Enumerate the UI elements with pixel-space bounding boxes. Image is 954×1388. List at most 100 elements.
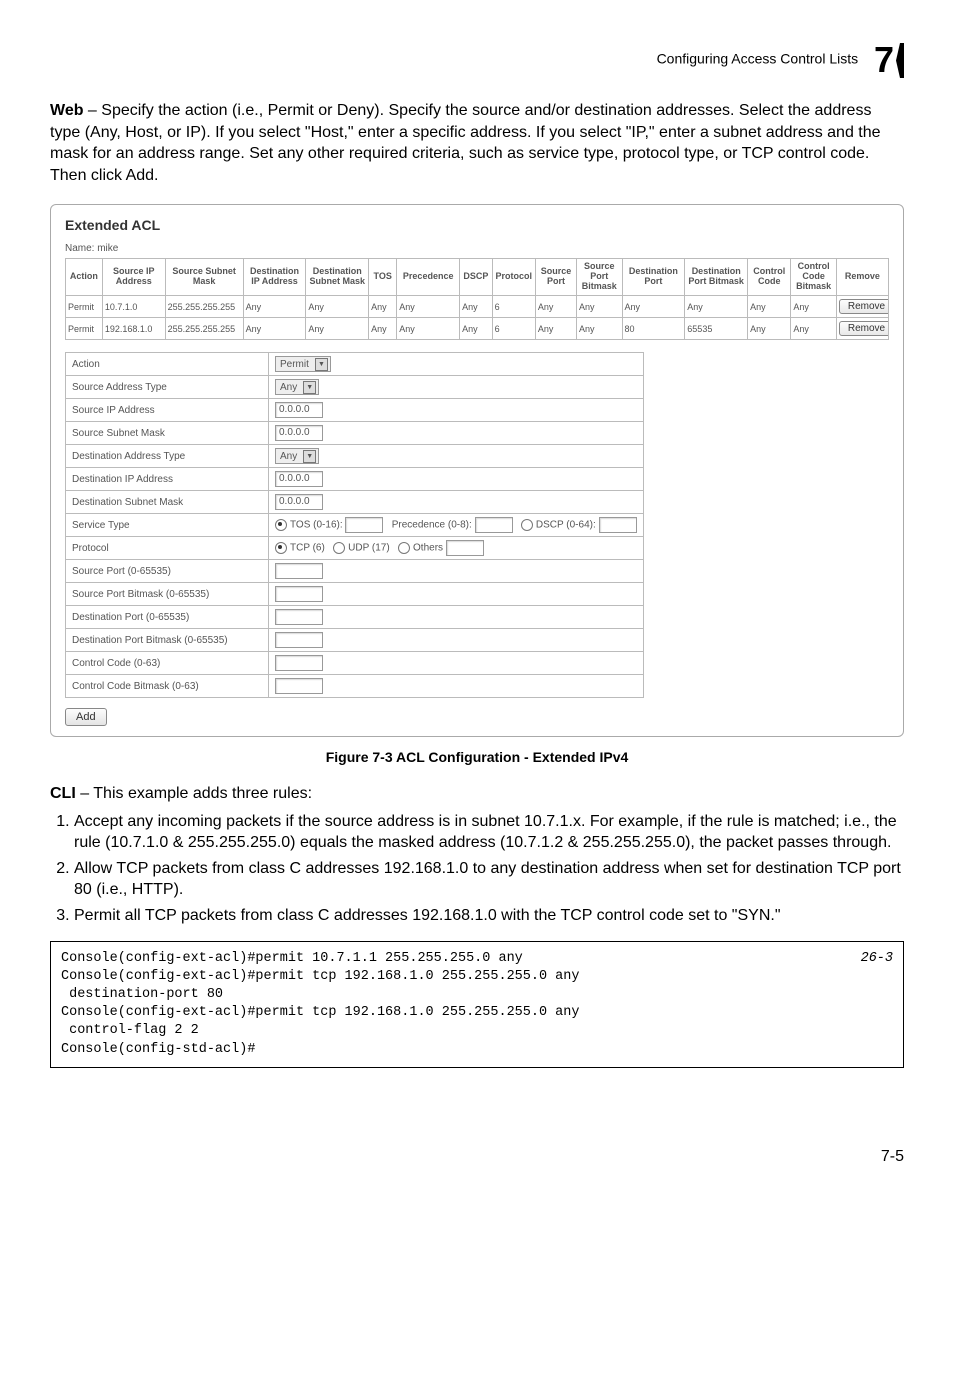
acl-title: Extended ACL xyxy=(65,217,889,233)
acl-name: Name: mike xyxy=(65,243,889,254)
dst-addr-type-label: Destination Address Type xyxy=(66,445,269,468)
col-action: Action xyxy=(66,259,103,296)
cell: Any xyxy=(243,296,306,318)
cell: Any xyxy=(622,296,685,318)
prec-input[interactable] xyxy=(475,517,513,533)
cli-steps: Accept any incoming packets if the sourc… xyxy=(50,811,904,927)
cell: 65535 xyxy=(685,318,748,340)
cell: Any xyxy=(791,318,836,340)
section-title: Configuring Access Control Lists xyxy=(657,51,859,67)
cell: Permit xyxy=(66,318,103,340)
ctrl-code-input[interactable] xyxy=(275,655,323,671)
dst-ip-input[interactable]: 0.0.0.0 xyxy=(275,471,323,487)
remove-button[interactable]: Remove xyxy=(839,321,889,336)
src-port-bm-cell xyxy=(269,583,644,606)
dscp-radio[interactable] xyxy=(521,519,533,531)
cell: Any xyxy=(535,296,576,318)
col-dport: Destination Port xyxy=(622,259,685,296)
cell: Any xyxy=(397,296,460,318)
cell: Any xyxy=(748,318,791,340)
col-src-ip: Source IP Address xyxy=(102,259,165,296)
udp-radio[interactable] xyxy=(333,542,345,554)
src-mask-input[interactable]: 0.0.0.0 xyxy=(275,425,323,441)
extended-acl-panel: Extended ACL Name: mike Action Source IP… xyxy=(50,204,904,737)
col-src-mask: Source Subnet Mask xyxy=(165,259,243,296)
tcp-radio[interactable] xyxy=(275,542,287,554)
cell: Any xyxy=(577,318,622,340)
cell: Any xyxy=(369,318,397,340)
dst-mask-input[interactable]: 0.0.0.0 xyxy=(275,494,323,510)
tos-input[interactable] xyxy=(345,517,383,533)
chevron-down-icon: ▼ xyxy=(303,450,316,463)
src-ip-input[interactable]: 0.0.0.0 xyxy=(275,402,323,418)
step-3: Permit all TCP packets from class C addr… xyxy=(74,905,904,927)
cli-label: CLI xyxy=(50,785,76,802)
dst-addr-type-cell: Any▼ xyxy=(269,445,644,468)
cell: 6 xyxy=(492,296,535,318)
tcp-label: TCP (6) xyxy=(290,543,325,554)
others-radio[interactable] xyxy=(398,542,410,554)
ctrl-code-cell xyxy=(269,652,644,675)
cli-desc: – This example adds three rules: xyxy=(76,785,312,802)
table-row: Permit 10.7.1.0 255.255.255.255 Any Any … xyxy=(66,296,889,318)
cell: Any xyxy=(748,296,791,318)
col-remove: Remove xyxy=(836,259,888,296)
dst-port-cell xyxy=(269,606,644,629)
src-port-bm-input[interactable] xyxy=(275,586,323,602)
cell: 80 xyxy=(622,318,685,340)
dst-port-input[interactable] xyxy=(275,609,323,625)
tos-radio[interactable] xyxy=(275,519,287,531)
dst-addr-type-select[interactable]: Any▼ xyxy=(275,448,319,464)
col-cc-bm: Control Code Bitmask xyxy=(791,259,836,296)
udp-label: UDP (17) xyxy=(348,543,390,554)
svg-text:7: 7 xyxy=(874,40,894,80)
others-input[interactable] xyxy=(446,540,484,556)
col-sport: Source Port xyxy=(535,259,576,296)
ctrl-code-bm-input[interactable] xyxy=(275,678,323,694)
code-block: 26-3 Console(config-ext-acl)#permit 10.7.… xyxy=(50,941,904,1068)
code-text: Console(config-ext-acl)#permit 10.7.1.1 … xyxy=(61,951,579,1057)
src-mask-label: Source Subnet Mask xyxy=(66,422,269,445)
figure-caption: Figure 7-3 ACL Configuration - Extended … xyxy=(50,749,904,765)
dscp-input[interactable] xyxy=(599,517,637,533)
cell: 255.255.255.255 xyxy=(165,296,243,318)
cell: 192.168.1.0 xyxy=(102,318,165,340)
col-tos: TOS xyxy=(369,259,397,296)
action-select[interactable]: Permit▼ xyxy=(275,356,331,372)
src-port-input[interactable] xyxy=(275,563,323,579)
cell: 10.7.1.0 xyxy=(102,296,165,318)
cell: Any xyxy=(535,318,576,340)
src-addr-type-cell: Any▼ xyxy=(269,376,644,399)
dst-ip-label: Destination IP Address xyxy=(66,468,269,491)
src-ip-label: Source IP Address xyxy=(66,399,269,422)
cell: Any xyxy=(460,296,492,318)
web-label: Web xyxy=(50,102,83,119)
chapter-number-icon: 7 xyxy=(870,40,904,80)
dst-mask-label: Destination Subnet Mask xyxy=(66,491,269,514)
col-cc: Control Code xyxy=(748,259,791,296)
dst-port-bm-input[interactable] xyxy=(275,632,323,648)
cell: Any xyxy=(577,296,622,318)
protocol-label: Protocol xyxy=(66,537,269,560)
action-cell: Permit▼ xyxy=(269,353,644,376)
page-number: 7-5 xyxy=(50,1148,904,1166)
col-dport-bm: Destination Port Bitmask xyxy=(685,259,748,296)
chevron-down-icon: ▼ xyxy=(303,381,316,394)
code-ref: 26-3 xyxy=(861,950,893,968)
web-desc: – Specify the action (i.e., Permit or De… xyxy=(50,102,881,184)
col-proto: Protocol xyxy=(492,259,535,296)
svc-type-cell: TOS (0-16): Precedence (0-8): DSCP (0-64… xyxy=(269,514,644,537)
svc-type-label: Service Type xyxy=(66,514,269,537)
tos-label: TOS (0-16): xyxy=(290,520,343,531)
dscp-label: DSCP (0-64): xyxy=(536,520,596,531)
col-dst-mask: Destination Subnet Mask xyxy=(306,259,369,296)
step-2: Allow TCP packets from class C addresses… xyxy=(74,858,904,901)
src-addr-type-select[interactable]: Any▼ xyxy=(275,379,319,395)
remove-button[interactable]: Remove xyxy=(839,299,889,314)
src-port-cell xyxy=(269,560,644,583)
prec-label: Precedence (0-8): xyxy=(392,520,472,531)
cell: 255.255.255.255 xyxy=(165,318,243,340)
cell: Remove xyxy=(836,318,888,340)
add-button[interactable]: Add xyxy=(65,708,107,726)
others-label: Others xyxy=(413,543,443,554)
